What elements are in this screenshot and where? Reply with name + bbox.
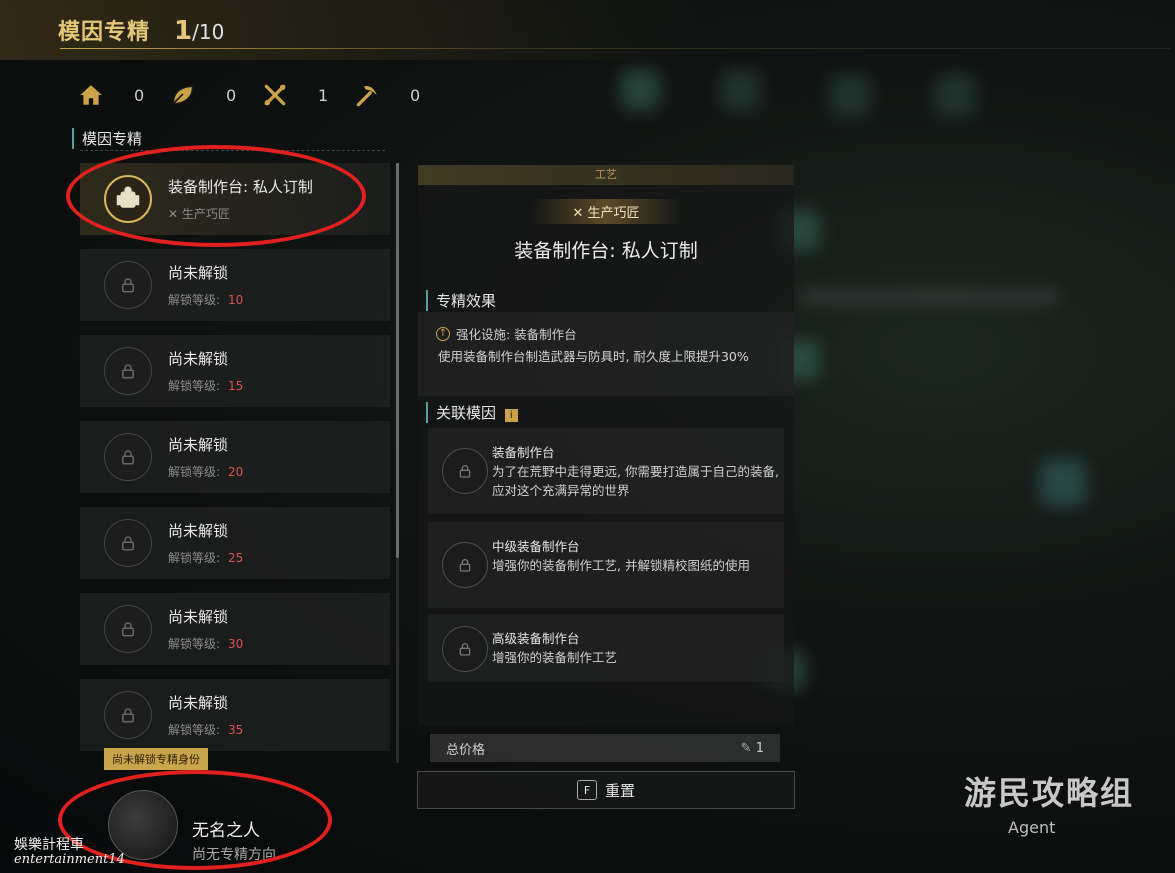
- related-gene-card[interactable]: 装备制作台 为了在荒野中走得更远, 你需要打造属于自己的装备, 应对这个充满异常…: [428, 428, 784, 514]
- lock-icon: [104, 691, 152, 739]
- list-item-sub: 解锁等级: 30: [168, 637, 244, 651]
- unlock-level: 25: [228, 551, 244, 565]
- unlock-level: 35: [228, 723, 244, 737]
- price-value-group: ✎ 1: [741, 741, 764, 756]
- category-band: 工艺: [418, 165, 794, 185]
- reset-label: 重置: [604, 781, 635, 800]
- effect-box: ↑ 强化设施: 装备制作台 使用装备制作台制造武器与防具时, 耐久度上限提升30…: [418, 312, 794, 396]
- specialty-badge: ✕ 生产巧匠: [531, 199, 681, 224]
- stat-leaf[interactable]: 0: [170, 82, 262, 108]
- gene-desc: 增强你的装备制作工艺: [492, 650, 618, 665]
- bg-blob: [720, 70, 760, 110]
- list-item-locked[interactable]: 尚未解锁 解锁等级: 10: [80, 249, 390, 321]
- unlock-level: 20: [228, 465, 244, 479]
- key-hint-f: F: [576, 780, 597, 800]
- list-item-name: 尚未解锁: [168, 694, 229, 712]
- list-item-sub: 解锁等级: 20: [168, 465, 244, 479]
- lock-icon: [104, 261, 152, 309]
- page-header: 模因专精 1 /10: [58, 14, 224, 46]
- list-item-sub: 解锁等级: 35: [168, 723, 244, 737]
- related-gene-card[interactable]: 高级装备制作台 增强你的装备制作工艺: [428, 614, 784, 682]
- stat-tools-value: 1: [318, 85, 329, 105]
- total-count: /10: [192, 20, 225, 44]
- stat-pickaxe[interactable]: 0: [354, 82, 446, 108]
- list-item-name: 尚未解锁: [168, 436, 229, 454]
- stat-home[interactable]: 0: [78, 82, 170, 108]
- effect-head: ↑ 强化设施: 装备制作台: [436, 324, 776, 343]
- list-item-name: 尚未解锁: [168, 522, 229, 540]
- effect-section-label: 专精效果: [426, 290, 496, 311]
- list-item-locked[interactable]: 尚未解锁 解锁等级: 15: [80, 335, 390, 407]
- page-title: 模因专精: [58, 20, 151, 45]
- price-row: 总价格 ✎ 1: [430, 734, 780, 762]
- header-divider: [60, 48, 1170, 49]
- chip-icon: ✎: [740, 740, 752, 756]
- info-icon[interactable]: i: [504, 409, 518, 422]
- category-stats: 0 0 1 0: [78, 82, 446, 108]
- unlock-level: 30: [228, 637, 244, 651]
- list-scrollbar[interactable]: [396, 163, 399, 558]
- list-item-sub: 解锁等级: 15: [168, 379, 244, 393]
- watermark-left: 娛樂計程車: [14, 837, 84, 853]
- lock-icon: [442, 542, 488, 588]
- stat-leaf-value: 0: [226, 85, 237, 105]
- list-item-locked[interactable]: 尚未解锁 解锁等级: 25: [80, 507, 390, 579]
- meme-list: 装备制作台: 私人订制 ✕ 生产巧匠 尚未解锁 解锁等级: 10 尚未解锁 解锁等…: [80, 163, 390, 763]
- lock-icon: [104, 519, 152, 567]
- crossed-tools-icon: [264, 84, 286, 106]
- stat-pickaxe-value: 0: [410, 85, 421, 105]
- unlock-level: 15: [228, 379, 244, 393]
- gene-name: 中级装备制作台: [492, 539, 580, 554]
- related-section-label: 关联模因 i: [426, 402, 518, 423]
- watermark-agent: Agent: [1008, 818, 1056, 837]
- list-item-name: 尚未解锁: [168, 264, 229, 282]
- crossed-tools-icon: ✕: [572, 206, 584, 221]
- bg-blob: [800, 290, 1060, 304]
- bg-blob: [830, 75, 870, 115]
- effect-body: 使用装备制作台制造武器与防具时, 耐久度上限提升30%: [438, 349, 749, 364]
- bg-blob: [935, 75, 975, 115]
- related-gene-card[interactable]: 中级装备制作台 增强你的装备制作工艺, 并解锁精校图纸的使用: [428, 522, 784, 608]
- list-item-name: 尚未解锁: [168, 608, 229, 626]
- list-item-sub: 解锁等级: 25: [168, 551, 244, 565]
- gene-name: 装备制作台: [492, 445, 555, 460]
- pickaxe-icon: [356, 85, 377, 107]
- stat-home-value: 0: [134, 85, 145, 105]
- bg-blob: [1040, 460, 1086, 506]
- price-label: 总价格: [446, 742, 486, 758]
- lock-icon: [104, 605, 152, 653]
- bg-blob: [620, 70, 660, 110]
- gene-name: 高级装备制作台: [492, 631, 580, 646]
- stat-tools[interactable]: 1: [262, 82, 354, 108]
- gene-desc: 为了在荒野中走得更远, 你需要打造属于自己的装备, 应对这个充满异常的世界: [492, 464, 779, 498]
- watermark-left-en: entertainment14: [14, 852, 125, 867]
- list-item-sub: 解锁等级: 10: [168, 293, 244, 307]
- section-label-memes: 模因专精: [72, 128, 142, 149]
- home-icon: [80, 85, 102, 105]
- reset-button[interactable]: F 重置: [417, 771, 795, 809]
- lock-icon: [442, 448, 488, 494]
- price-value: 1: [755, 740, 764, 756]
- upgrade-arrow-icon: ↑: [436, 326, 450, 341]
- lock-icon: [104, 433, 152, 481]
- profile-status-tag: 尚未解锁专精身份: [104, 748, 208, 770]
- unlock-level: 10: [228, 293, 244, 307]
- watermark-right: 游民攻略组: [964, 774, 1135, 812]
- list-item-locked[interactable]: 尚未解锁 解锁等级: 20: [80, 421, 390, 493]
- lock-icon: [104, 347, 152, 395]
- annotation-oval: [66, 145, 366, 247]
- list-item-locked[interactable]: 尚未解锁 解锁等级: 35: [80, 679, 390, 751]
- leaf-icon: [172, 85, 194, 105]
- lock-icon: [442, 626, 488, 672]
- list-item-name: 尚未解锁: [168, 350, 229, 368]
- list-item-locked[interactable]: 尚未解锁 解锁等级: 30: [80, 593, 390, 665]
- unlocked-count: 1: [174, 16, 193, 46]
- detail-title: 装备制作台: 私人订制: [514, 240, 698, 262]
- gene-desc: 增强你的装备制作工艺, 并解锁精校图纸的使用: [492, 558, 750, 573]
